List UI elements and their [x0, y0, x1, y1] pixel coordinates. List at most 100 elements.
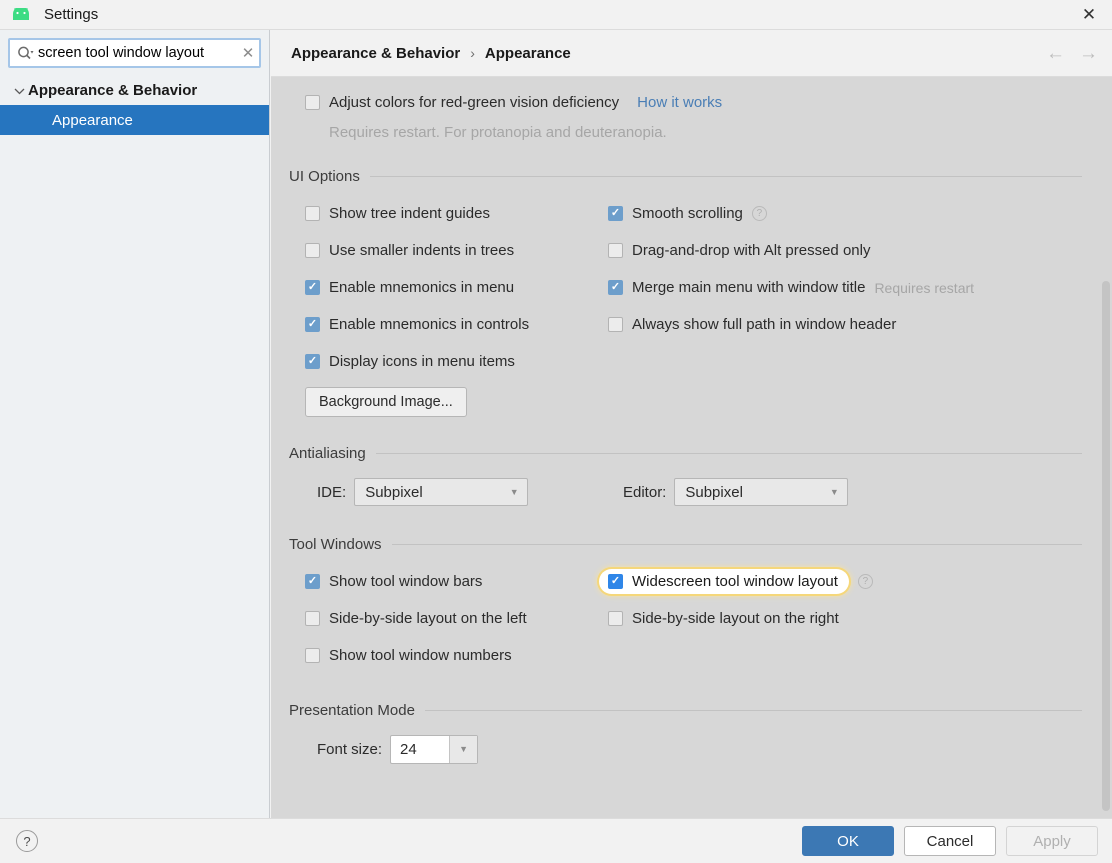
- section-title: Antialiasing: [289, 445, 366, 462]
- option-row-enable-mnemonics-menu[interactable]: ✓ Enable mnemonics in menu: [305, 269, 607, 306]
- option-row-show-tool-window-bars[interactable]: ✓ Show tool window bars: [305, 563, 607, 600]
- apply-button[interactable]: Apply: [1006, 826, 1098, 856]
- settings-content: Appearance & Behavior › Appearance ← → A…: [271, 30, 1112, 818]
- how-it-works-link[interactable]: How it works: [637, 94, 722, 111]
- ok-button[interactable]: OK: [802, 826, 894, 856]
- option-row-widescreen-tool-window-layout[interactable]: ✓ Widescreen tool window layout ?: [599, 563, 1088, 600]
- select-value: Subpixel: [365, 483, 423, 501]
- section-divider: [375, 453, 1082, 454]
- appearance-settings-pane: Adjust colors for red-green vision defic…: [271, 77, 1112, 769]
- font-size-value: 24: [400, 740, 417, 758]
- option-row-use-smaller-indents[interactable]: Use smaller indents in trees: [305, 232, 607, 269]
- settings-tree: Appearance & Behavior Appearance: [0, 74, 269, 135]
- option-row-drag-and-drop-alt[interactable]: Drag-and-drop with Alt pressed only: [608, 232, 1088, 269]
- breadcrumb-separator-icon: ›: [470, 45, 475, 61]
- antialiasing-grid: IDE: Subpixel ▼ Editor: Subpixel ▼: [289, 472, 1088, 512]
- checkbox-widescreen-tool-window-layout[interactable]: ✓: [608, 574, 623, 589]
- option-label: Enable mnemonics in controls: [329, 316, 530, 333]
- checkbox-always-show-full-path[interactable]: [608, 317, 623, 332]
- option-row-smooth-scrolling[interactable]: ✓ Smooth scrolling ?: [608, 195, 1088, 232]
- sidebar-item-label: Appearance: [52, 111, 133, 129]
- help-icon[interactable]: ?: [857, 574, 873, 589]
- option-row-enable-mnemonics-controls[interactable]: ✓ Enable mnemonics in controls: [305, 306, 607, 343]
- option-row-always-show-full-path[interactable]: Always show full path in window header: [608, 306, 1088, 343]
- section-title: Presentation Mode: [289, 702, 415, 719]
- option-label: Show tool window numbers: [329, 647, 512, 664]
- check-icon: ✓: [307, 281, 318, 293]
- check-icon: ✓: [307, 355, 318, 367]
- check-icon: ✓: [307, 318, 318, 330]
- cancel-button[interactable]: Cancel: [904, 826, 996, 856]
- option-label: Use smaller indents in trees: [329, 242, 515, 259]
- arrow-right-icon[interactable]: →: [1079, 43, 1098, 65]
- editor-antialiasing-label: Editor:: [623, 483, 667, 501]
- check-icon: ✓: [307, 575, 318, 587]
- sidebar-item-label: Appearance & Behavior: [28, 82, 198, 99]
- arrow-left-icon[interactable]: ←: [1046, 43, 1065, 65]
- nav-arrows: ← →: [1046, 30, 1098, 77]
- option-label: Drag-and-drop with Alt pressed only: [632, 242, 871, 259]
- option-label: Show tree indent guides: [329, 205, 490, 222]
- chevron-down-icon: ▼: [829, 487, 839, 497]
- option-label: Enable mnemonics in menu: [329, 279, 515, 296]
- checkbox-side-by-side-right[interactable]: [608, 611, 623, 626]
- checkbox-show-tool-window-bars[interactable]: ✓: [305, 574, 320, 589]
- option-label: Side-by-side layout on the right: [632, 610, 839, 627]
- ui-options-grid: Show tree indent guides Use smaller inde…: [289, 195, 1088, 417]
- clear-icon[interactable]: ✕: [237, 44, 259, 62]
- section-divider: [391, 544, 1082, 545]
- search-container: screen tool window layout ✕: [0, 30, 269, 74]
- section-divider: [369, 176, 1082, 177]
- search-box[interactable]: screen tool window layout ✕: [8, 38, 261, 68]
- editor-antialiasing-select[interactable]: Subpixel ▼: [674, 478, 849, 506]
- chevron-down-icon[interactable]: ▼: [449, 735, 478, 763]
- ide-antialiasing-label: IDE:: [317, 483, 347, 501]
- tool-windows-left-column: ✓ Show tool window bars Side-by-side lay…: [289, 563, 607, 674]
- sidebar-item-appearance[interactable]: Appearance: [0, 105, 269, 135]
- checkbox-drag-and-drop-alt[interactable]: [608, 243, 623, 258]
- checkbox-show-tree-indent-guides[interactable]: [305, 206, 320, 221]
- option-row-side-by-side-left[interactable]: Side-by-side layout on the left: [305, 600, 607, 637]
- breadcrumb-parent[interactable]: Appearance & Behavior: [291, 45, 460, 62]
- checkbox-adjust-colors[interactable]: [305, 95, 320, 110]
- checkbox-enable-mnemonics-controls[interactable]: ✓: [305, 317, 320, 332]
- option-row-display-icons-menu-items[interactable]: ✓ Display icons in menu items: [305, 343, 607, 380]
- ide-antialiasing-select[interactable]: Subpixel ▼: [354, 478, 529, 506]
- antialiasing-ide-group: IDE: Subpixel ▼: [289, 472, 607, 512]
- settings-scroll-area: Adjust colors for red-green vision defic…: [271, 77, 1112, 818]
- ui-options-left-column: Show tree indent guides Use smaller inde…: [289, 195, 607, 417]
- sidebar-item-appearance-and-behavior[interactable]: Appearance & Behavior: [0, 76, 269, 105]
- search-match-highlight[interactable]: ✓ Widescreen tool window layout: [599, 569, 849, 594]
- chevron-down-icon: ▼: [509, 487, 519, 497]
- font-size-input[interactable]: 24 ▼: [390, 734, 479, 764]
- help-icon[interactable]: ?: [751, 206, 767, 221]
- option-row-show-tool-window-numbers[interactable]: Show tool window numbers: [305, 637, 607, 674]
- option-row-adjust-colors[interactable]: Adjust colors for red-green vision defic…: [305, 89, 1088, 116]
- close-icon[interactable]: ✕: [1066, 0, 1112, 29]
- checkbox-side-by-side-left[interactable]: [305, 611, 320, 626]
- option-label: Smooth scrolling: [632, 205, 743, 222]
- settings-sidebar: screen tool window layout ✕ Appearance &…: [0, 30, 270, 818]
- font-size-label: Font size:: [317, 740, 383, 758]
- tool-windows-right-column: ✓ Widescreen tool window layout ? Side-b…: [599, 563, 1088, 674]
- search-input[interactable]: screen tool window layout: [38, 40, 237, 66]
- checkbox-display-icons-menu-items[interactable]: ✓: [305, 354, 320, 369]
- presentation-font-size-row: Font size: 24 ▼: [289, 729, 1088, 769]
- checkbox-smooth-scrolling[interactable]: ✓: [608, 206, 623, 221]
- vertical-scrollbar[interactable]: [1100, 77, 1112, 818]
- option-label: Widescreen tool window layout: [632, 573, 838, 590]
- option-row-side-by-side-right[interactable]: Side-by-side layout on the right: [608, 600, 1088, 637]
- option-row-merge-main-menu[interactable]: ✓ Merge main menu with window title Requ…: [608, 269, 1088, 306]
- checkbox-show-tool-window-numbers[interactable]: [305, 648, 320, 663]
- checkbox-use-smaller-indents[interactable]: [305, 243, 320, 258]
- help-icon[interactable]: ?: [16, 830, 38, 852]
- scrollbar-thumb[interactable]: [1102, 281, 1110, 811]
- chevron-down-icon[interactable]: [10, 87, 28, 95]
- background-image-button[interactable]: Background Image...: [305, 387, 467, 417]
- option-note: Requires restart. For protanopia and deu…: [329, 124, 667, 141]
- option-row-show-tree-indent-guides[interactable]: Show tree indent guides: [305, 195, 607, 232]
- checkbox-merge-main-menu[interactable]: ✓: [608, 280, 623, 295]
- section-title: Tool Windows: [289, 536, 382, 553]
- checkbox-enable-mnemonics-menu[interactable]: ✓: [305, 280, 320, 295]
- adjust-colors-note: Requires restart. For protanopia and deu…: [305, 119, 1088, 146]
